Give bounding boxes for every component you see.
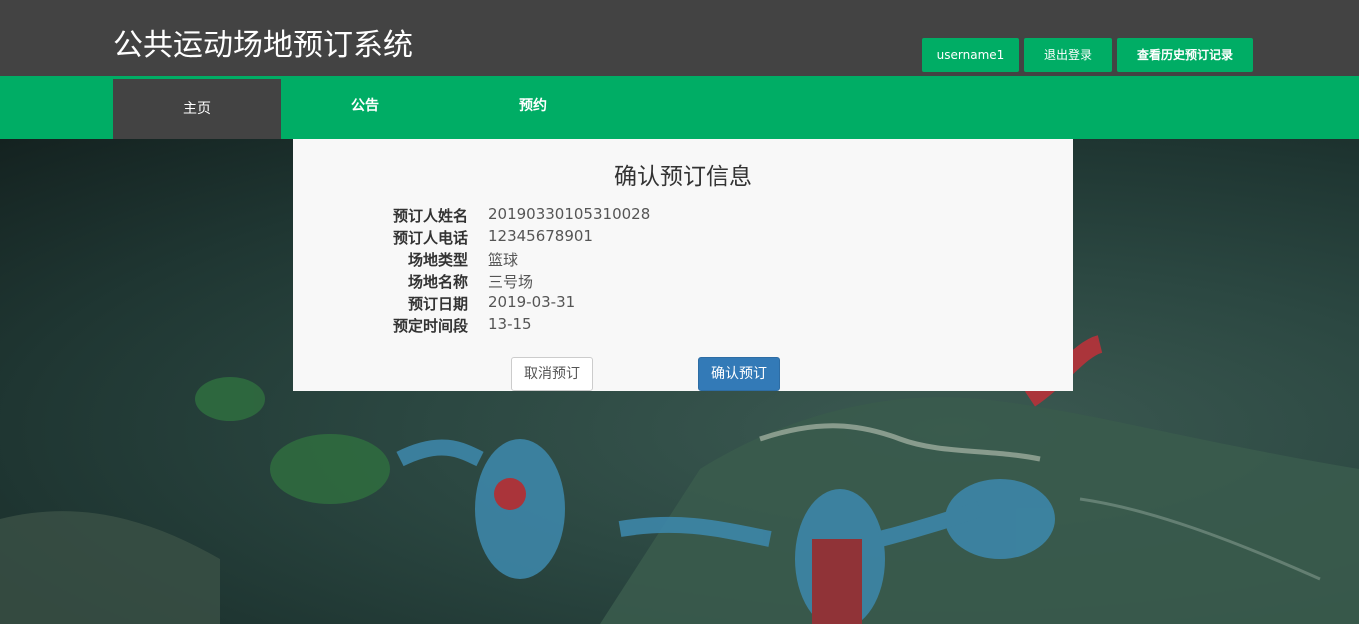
panel-title: 确认预订信息 [614, 164, 752, 190]
info-value: 13-15 [488, 315, 532, 333]
info-row-date: 预订日期 2019-03-31 [293, 293, 1073, 315]
history-records-button[interactable]: 查看历史预订记录 [1117, 38, 1253, 72]
info-label: 预订人姓名 [392, 207, 468, 225]
info-label: 场地类型 [407, 251, 468, 269]
info-value: 20190330105310028 [488, 205, 651, 223]
info-value: 12345678901 [488, 227, 593, 245]
site-title: 公共运动场地预订系统 [113, 28, 413, 63]
cancel-booking-button[interactable]: 取消预订 [511, 357, 593, 391]
confirm-booking-button[interactable]: 确认预订 [698, 357, 780, 391]
info-row-name: 预订人姓名 20190330105310028 [293, 205, 1073, 227]
info-row-venue-type: 场地类型 篮球 [293, 249, 1073, 271]
top-header: 公共运动场地预订系统 username1 退出登录 查看历史预订记录 [0, 0, 1359, 76]
info-value: 三号场 [488, 273, 534, 291]
info-label: 预订日期 [407, 295, 468, 313]
info-value: 篮球 [488, 251, 519, 269]
confirm-booking-panel: 确认预订信息 预订人姓名 20190330105310028 预订人电话 123… [293, 139, 1073, 391]
nav-item-home[interactable]: 主页 [113, 79, 281, 139]
info-value: 2019-03-31 [488, 293, 576, 311]
main-nav: 主页 公告 预约 [0, 76, 1359, 139]
info-label: 场地名称 [407, 273, 468, 291]
info-row-venue-name: 场地名称 三号场 [293, 271, 1073, 293]
nav-item-notice[interactable]: 公告 [281, 76, 449, 139]
booking-info-list: 预订人姓名 20190330105310028 预订人电话 1234567890… [293, 205, 1073, 337]
logout-button[interactable]: 退出登录 [1024, 38, 1112, 72]
info-row-phone: 预订人电话 12345678901 [293, 227, 1073, 249]
info-label: 预定时间段 [392, 317, 468, 335]
info-label: 预订人电话 [392, 229, 468, 247]
info-row-time-slot: 预定时间段 13-15 [293, 315, 1073, 337]
username-button[interactable]: username1 [922, 38, 1019, 72]
nav-item-reserve[interactable]: 预约 [449, 76, 617, 139]
